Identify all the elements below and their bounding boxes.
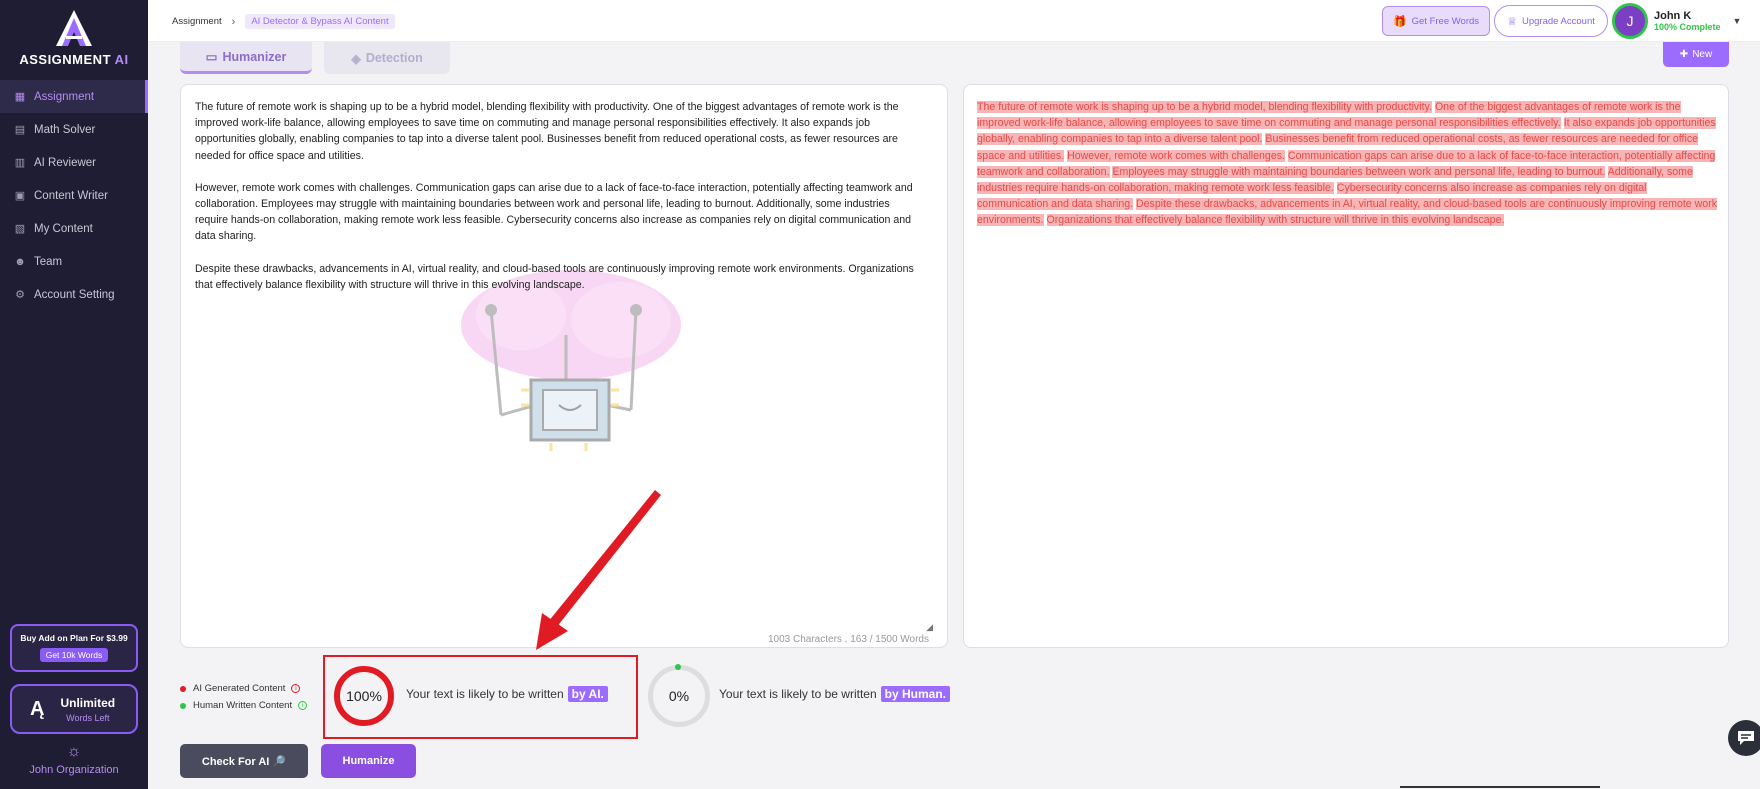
human-score-ring: 0% — [648, 664, 710, 727]
crown-icon: ♕ — [1507, 15, 1517, 28]
sidebar-item-math-solver[interactable]: ▤ Math Solver — [0, 113, 148, 146]
breadcrumb: Assignment › AI Detector & Bypass AI Con… — [172, 14, 395, 29]
input-text[interactable]: The future of remote work is shaping up … — [195, 99, 925, 309]
ai-sentence: However, remote work comes with challeng… — [1067, 149, 1285, 162]
unlimited-title: Unlimited — [60, 695, 116, 710]
sidebar-item-label: Assignment — [34, 90, 95, 103]
tab-detection-label: Detection — [365, 51, 423, 65]
info-icon[interactable]: i — [298, 701, 308, 710]
sidebar-item-label: Account Setting — [34, 288, 115, 301]
profile-complete-status: 100% Complete — [1654, 22, 1721, 32]
input-paragraph: The future of remote work is shaping up … — [195, 101, 899, 162]
sidebar-item-label: My Content — [34, 222, 93, 235]
breadcrumb-root[interactable]: Assignment — [172, 16, 222, 27]
get-10k-words-button[interactable]: Get 10k Words — [39, 648, 109, 662]
upgrade-account-label: Upgrade Account — [1521, 15, 1595, 27]
check-for-ai-button[interactable]: Check For AI 🔎 — [180, 744, 308, 778]
get-free-words-label: Get Free Words — [1411, 15, 1480, 27]
tab-humanizer[interactable]: ▭ Humanizer — [180, 42, 312, 74]
ai-result-tag: by AI. — [567, 686, 608, 702]
humanizer-icon: ▭ — [205, 50, 218, 64]
content-legend: AI Generated Content i Human Written Con… — [180, 680, 308, 714]
human-result-text: Your text is likely to be written by Hum… — [719, 686, 950, 702]
folder-icon: ▧ — [14, 223, 26, 235]
get-free-words-button[interactable]: 🎁 Get Free Words — [1382, 6, 1490, 36]
red-arrow-annotation — [536, 490, 661, 650]
sunrise-icon: ☼ — [66, 743, 82, 760]
sidebar-item-ai-reviewer[interactable]: ▥ AI Reviewer — [0, 146, 148, 179]
ai-sentence: The future of remote work is shaping up … — [977, 101, 1432, 113]
scrollbar[interactable] — [1400, 786, 1600, 788]
tab-humanizer-label: Humanizer — [222, 49, 287, 64]
calculator-icon: ▤ — [14, 124, 26, 136]
progress-dot-icon — [675, 664, 681, 670]
highlighted-output: The future of remote work is shaping up … — [977, 99, 1718, 229]
words-left-label: Words Left — [66, 712, 110, 723]
sidebar-item-label: AI Reviewer — [34, 156, 96, 169]
chevron-right-icon: › — [231, 15, 236, 28]
logo[interactable]: ASSIGNMENT AI — [0, 8, 148, 67]
word-counter: 1003 Characters , 163 / 1500 Words — [767, 634, 929, 645]
document-icon: ▣ — [14, 190, 26, 202]
breadcrumb-current: AI Detector & Bypass AI Content — [245, 14, 395, 29]
ai-result-text: Your text is likely to be written by AI. — [406, 686, 608, 702]
sidebar-nav: ▦ Assignment ▤ Math Solver ▥ AI Reviewer… — [0, 80, 148, 311]
new-button[interactable]: ✚ New — [1663, 42, 1729, 67]
red-dot-icon — [180, 685, 186, 692]
gift-icon: 🎁 — [1392, 15, 1407, 28]
grid-icon: ▦ — [14, 91, 26, 103]
humanize-button[interactable]: Humanize — [321, 744, 416, 778]
input-paragraph: Despite these drawbacks, advancements in… — [195, 262, 914, 291]
addon-plan-card: Buy Add on Plan For $3.99 Get 10k Words — [10, 624, 138, 672]
legend-ai: AI Generated Content i — [180, 680, 307, 697]
resize-handle-icon[interactable]: ◢ — [926, 622, 933, 633]
topbar: Assignment › AI Detector & Bypass AI Con… — [148, 0, 1760, 42]
input-paragraph: However, remote work comes with challeng… — [195, 181, 913, 243]
detection-output-panel: The future of remote work is shaping up … — [963, 84, 1729, 648]
team-icon: ☻ — [14, 255, 26, 268]
plus-icon: ✚ — [1679, 49, 1689, 60]
human-result-tag: by Human. — [880, 686, 950, 702]
ai-sentence: Employees may struggle with maintaining … — [1112, 165, 1606, 178]
sidebar-item-account-setting[interactable]: ⚙ Account Setting — [0, 278, 148, 311]
ai-score-ring: 100% — [334, 666, 394, 726]
assignment-logo-icon: Ą — [30, 697, 45, 720]
logo-text: ASSIGNMENT AI — [19, 52, 129, 67]
legend-human-label: Human Written Content — [193, 700, 293, 711]
new-button-label: New — [1692, 49, 1713, 60]
logo-mark-icon — [48, 8, 100, 48]
sidebar-item-label: Math Solver — [34, 123, 96, 136]
upgrade-account-button[interactable]: ♕ Upgrade Account — [1494, 5, 1608, 37]
sidebar: ASSIGNMENT AI ▦ Assignment ▤ Math Solver… — [0, 0, 148, 789]
ai-sentence: Organizations that effectively balance f… — [1046, 214, 1505, 227]
user-menu[interactable]: J John K 100% Complete ▼ — [1612, 3, 1741, 39]
shield-check-icon: ◈ — [351, 51, 361, 66]
legend-ai-label: AI Generated Content — [193, 683, 286, 694]
human-result-label: Your text is likely to be written — [719, 687, 877, 701]
green-dot-icon — [180, 702, 186, 709]
sidebar-item-label: Team — [34, 255, 63, 268]
human-score-value: 0% — [668, 688, 690, 704]
tab-detection[interactable]: ◈ Detection — [324, 42, 450, 74]
chevron-down-icon: ▼ — [1732, 16, 1742, 26]
info-icon[interactable]: i — [291, 684, 301, 693]
user-name: John K — [1654, 10, 1692, 22]
sidebar-item-team[interactable]: ☻ Team — [0, 245, 148, 278]
addon-title: Buy Add on Plan For $3.99 — [20, 633, 128, 643]
organization-switcher[interactable]: ☼ John Organization — [0, 743, 148, 777]
avatar: J — [1612, 3, 1648, 39]
sidebar-item-label: Content Writer — [34, 189, 108, 202]
legend-human: Human Written Content i — [180, 697, 308, 714]
sidebar-item-content-writer[interactable]: ▣ Content Writer — [0, 179, 148, 212]
ai-result-label: Your text is likely to be written — [406, 687, 564, 701]
organization-name: John Organization — [29, 764, 119, 776]
sidebar-item-my-content[interactable]: ▧ My Content — [0, 212, 148, 245]
reviewer-icon: ▥ — [14, 157, 26, 169]
sidebar-item-assignment[interactable]: ▦ Assignment — [0, 80, 148, 113]
ai-score-value: 100% — [346, 688, 382, 704]
gear-icon: ⚙ — [15, 289, 25, 301]
chat-support-button[interactable] — [1728, 720, 1760, 756]
words-left-card: Ą Unlimited Words Left — [10, 684, 138, 734]
chat-bubble-icon — [1738, 731, 1754, 745]
